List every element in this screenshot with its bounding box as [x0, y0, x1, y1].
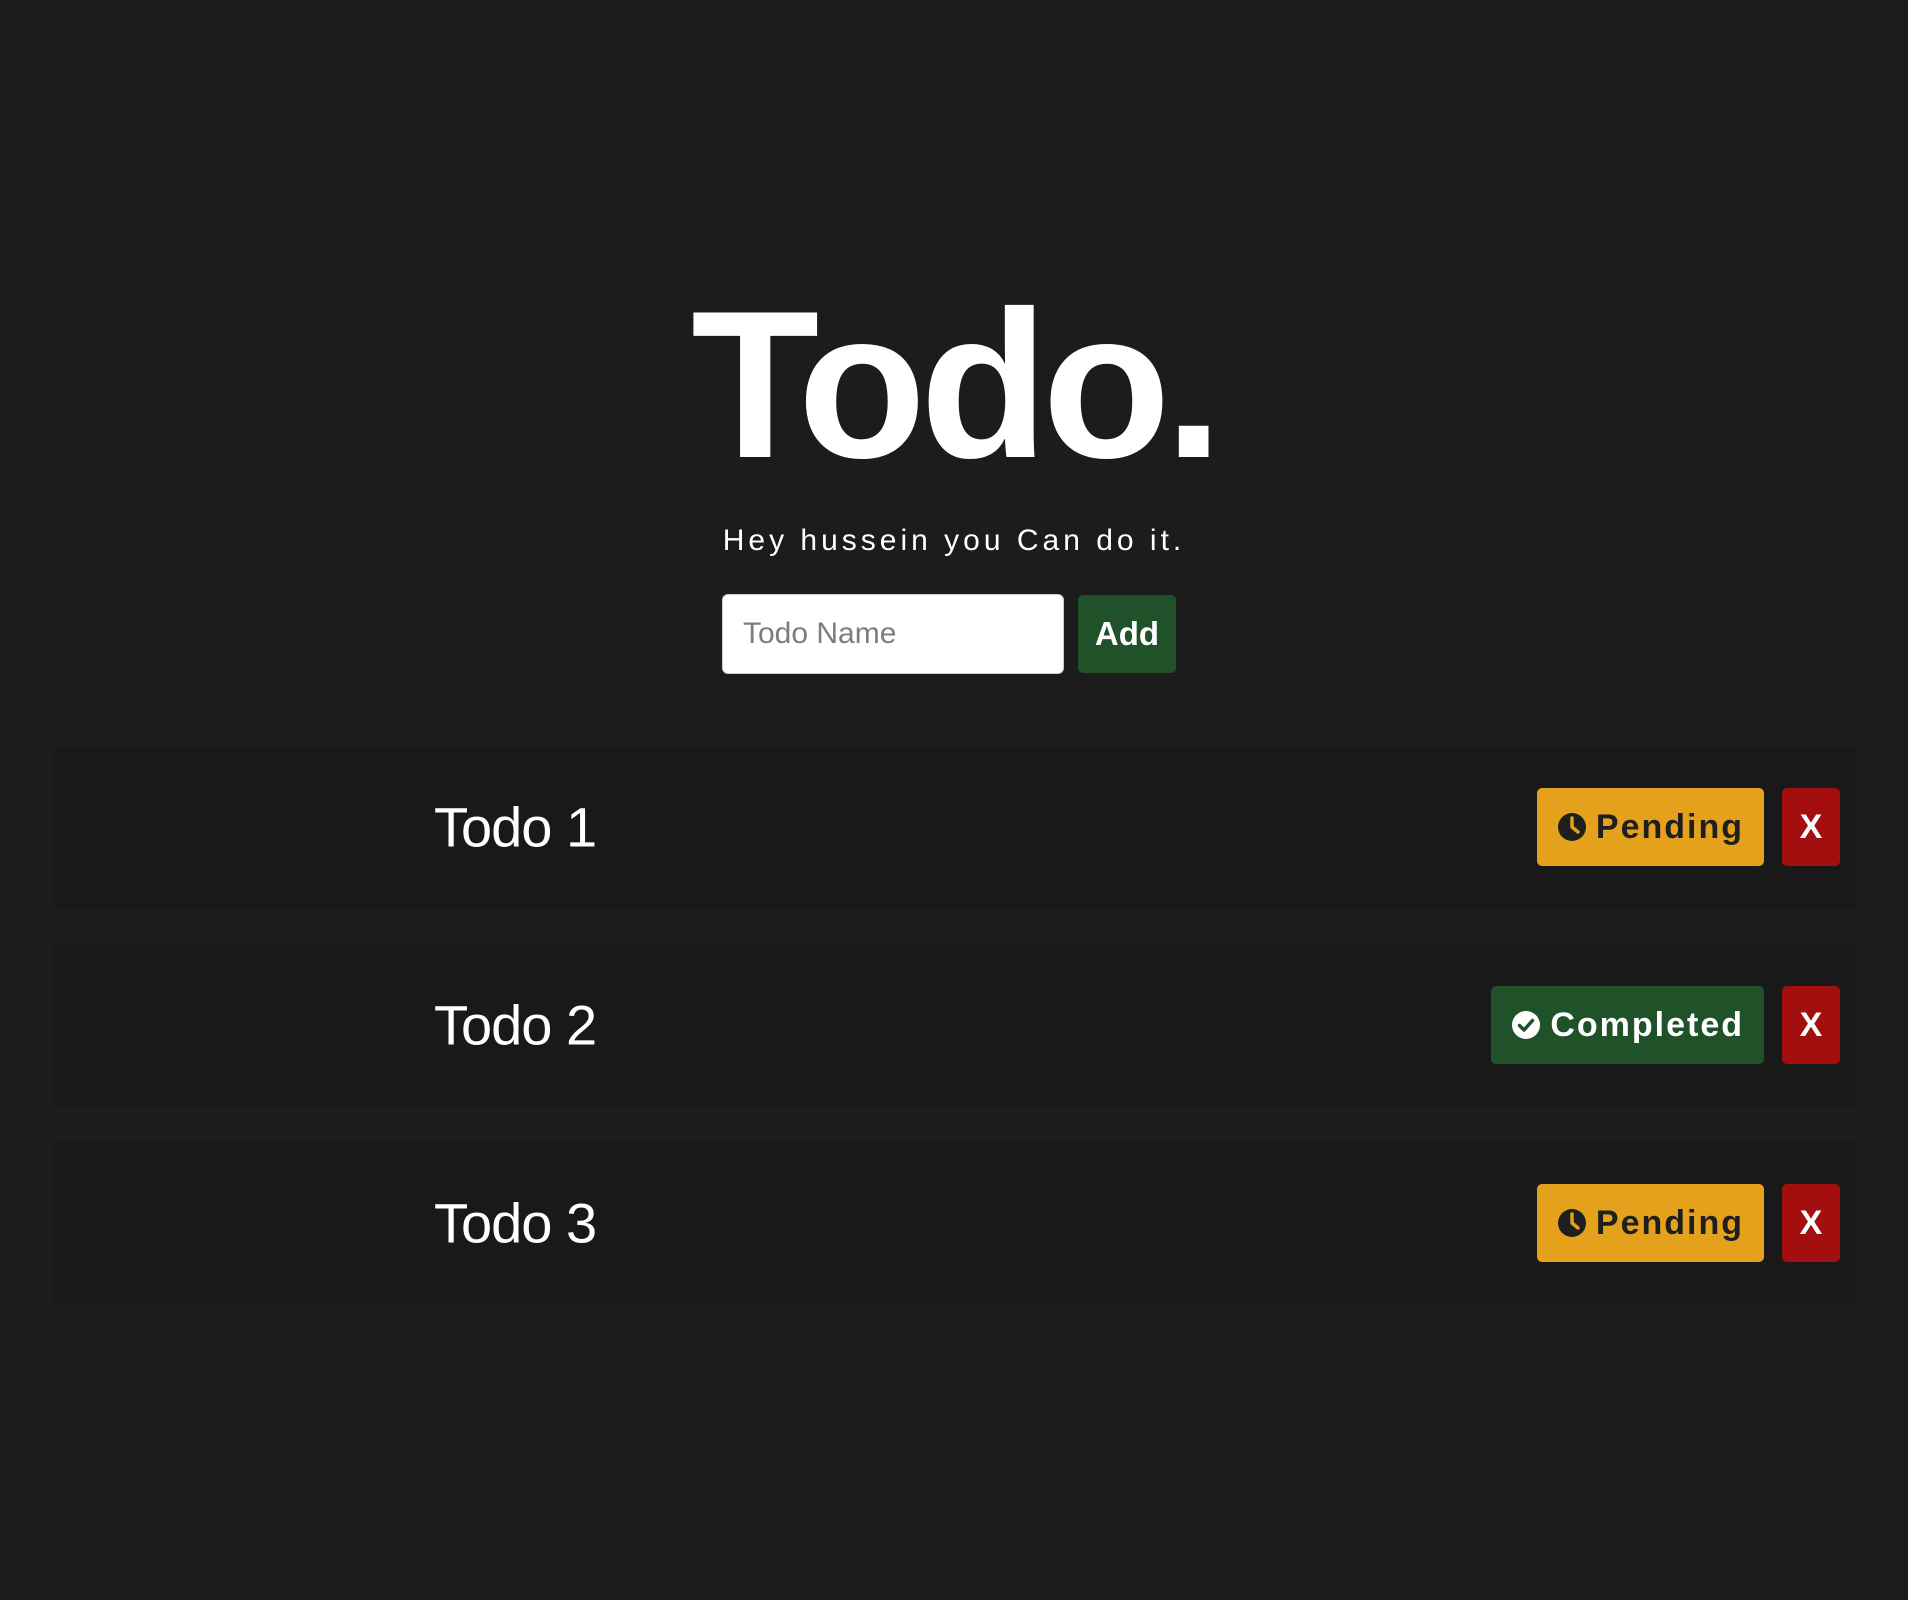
status-toggle-button[interactable]: Pending: [1536, 788, 1764, 866]
page-subtitle: Hey hussein you Can do it.: [722, 524, 1186, 557]
add-button[interactable]: Add: [1078, 595, 1176, 673]
delete-button[interactable]: X: [1782, 788, 1840, 866]
todo-name: Todo 1: [434, 795, 597, 859]
add-todo-form: Add: [722, 594, 1176, 674]
status-label: Pending: [1595, 807, 1744, 846]
todo-actions: Pending X: [1536, 788, 1840, 866]
todo-name: Todo 2: [434, 993, 597, 1057]
todo-item: Todo 1 Pending X: [54, 746, 1856, 908]
status-label: Completed: [1550, 1005, 1744, 1044]
todo-item: Todo 2 Completed X: [54, 944, 1856, 1106]
todo-item: Todo 3 Pending X: [54, 1142, 1856, 1304]
delete-button[interactable]: X: [1782, 1184, 1840, 1262]
status-label: Pending: [1595, 1203, 1744, 1242]
clock-icon: [1557, 1208, 1587, 1238]
todo-actions: Completed X: [1491, 986, 1840, 1064]
todo-name: Todo 3: [434, 1191, 597, 1255]
todo-actions: Pending X: [1536, 1184, 1840, 1262]
clock-icon: [1557, 812, 1587, 842]
delete-button[interactable]: X: [1782, 986, 1840, 1064]
todo-list: Todo 1 Pending X Todo 2 Completed X Todo…: [54, 746, 1856, 1340]
page-title: Todo.: [691, 267, 1223, 502]
status-toggle-button[interactable]: Pending: [1536, 1184, 1764, 1262]
todo-name-input[interactable]: [722, 594, 1064, 674]
header: Todo. Hey hussein you Can do it.: [0, 280, 1908, 558]
check-circle-icon: [1511, 1010, 1541, 1040]
status-toggle-button[interactable]: Completed: [1491, 986, 1764, 1064]
